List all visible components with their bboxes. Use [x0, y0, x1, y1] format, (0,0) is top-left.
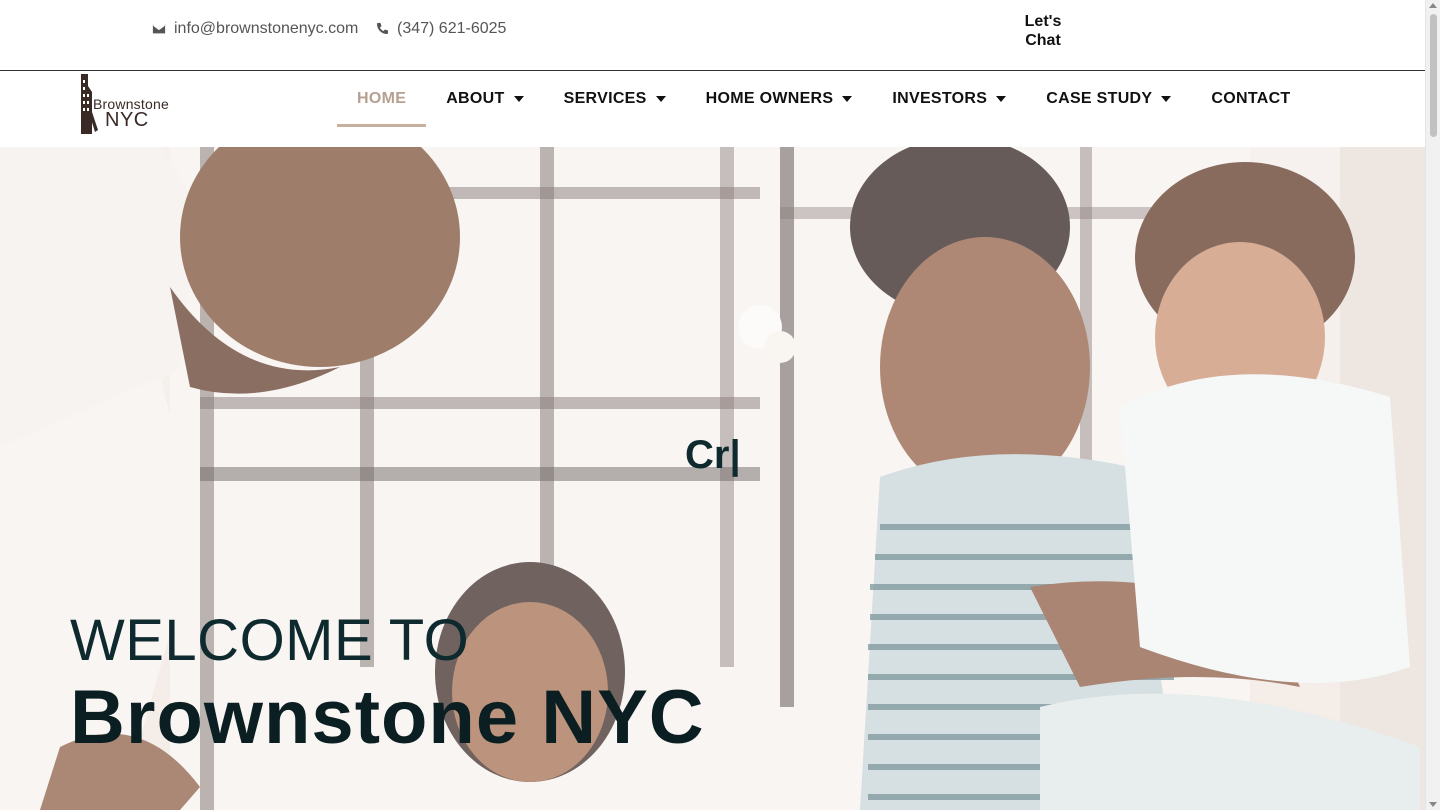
hero-section: Cr| WELCOME TO Brownstone NYC	[0, 147, 1425, 810]
nav-label: INVESTORS	[892, 90, 988, 107]
email-text: info@brownstonenyc.com	[174, 20, 359, 37]
logo-word-nyc: NYC	[105, 109, 149, 131]
nav-label: CONTACT	[1211, 90, 1291, 107]
nav-label: HOME OWNERS	[705, 90, 834, 107]
caret-down-icon	[996, 96, 1007, 102]
nav-item-contact[interactable]: CONTACT	[1191, 71, 1310, 127]
envelope-icon	[152, 24, 166, 34]
nav-label: HOME	[357, 90, 407, 107]
nav-item-home-owners[interactable]: HOME OWNERS	[686, 71, 873, 127]
hero-welcome-text: WELCOME TO	[70, 608, 470, 673]
chat-label-line2: Chat	[1025, 32, 1061, 49]
scroll-thumb[interactable]	[1430, 14, 1437, 137]
caret-down-icon	[655, 96, 666, 102]
nav-label: SERVICES	[563, 90, 647, 107]
nav-item-about[interactable]: ABOUT	[426, 71, 543, 127]
scroll-up-arrow-icon[interactable]	[1429, 3, 1437, 8]
phone-text: (347) 621-6025	[397, 20, 507, 37]
hero-title: Brownstone NYC	[70, 675, 705, 760]
brownstone-logo[interactable]: Brownstone NYC	[78, 72, 178, 136]
top-contact-bar: info@brownstonenyc.com (347) 621-6025 Le…	[0, 0, 1425, 71]
main-navbar: Brownstone NYC HOME ABOUT SERVICES HOME …	[0, 71, 1425, 147]
phone-icon	[377, 22, 389, 34]
phone-link[interactable]: (347) 621-6025	[375, 20, 506, 38]
caret-down-icon	[1161, 96, 1172, 102]
caret-down-icon	[513, 96, 524, 102]
chat-label-line1: Let's	[1024, 13, 1062, 30]
nav-item-home[interactable]: HOME	[337, 71, 427, 127]
nav-label: CASE STUDY	[1046, 90, 1153, 107]
lets-chat-button[interactable]: Let's Chat	[1008, 12, 1078, 50]
page-scrollbar[interactable]	[1425, 0, 1440, 810]
caret-down-icon	[842, 96, 853, 102]
nav-item-investors[interactable]: INVESTORS	[872, 71, 1026, 127]
primary-nav: HOME ABOUT SERVICES HOME OWNERS INVESTOR…	[337, 71, 1311, 127]
email-link[interactable]: info@brownstonenyc.com	[152, 20, 358, 38]
scroll-down-arrow-icon[interactable]	[1429, 802, 1437, 807]
typing-headline: Cr|	[685, 433, 741, 477]
nav-item-case-study[interactable]: CASE STUDY	[1026, 71, 1191, 127]
nav-label: ABOUT	[446, 90, 505, 107]
nav-item-services[interactable]: SERVICES	[544, 71, 686, 127]
